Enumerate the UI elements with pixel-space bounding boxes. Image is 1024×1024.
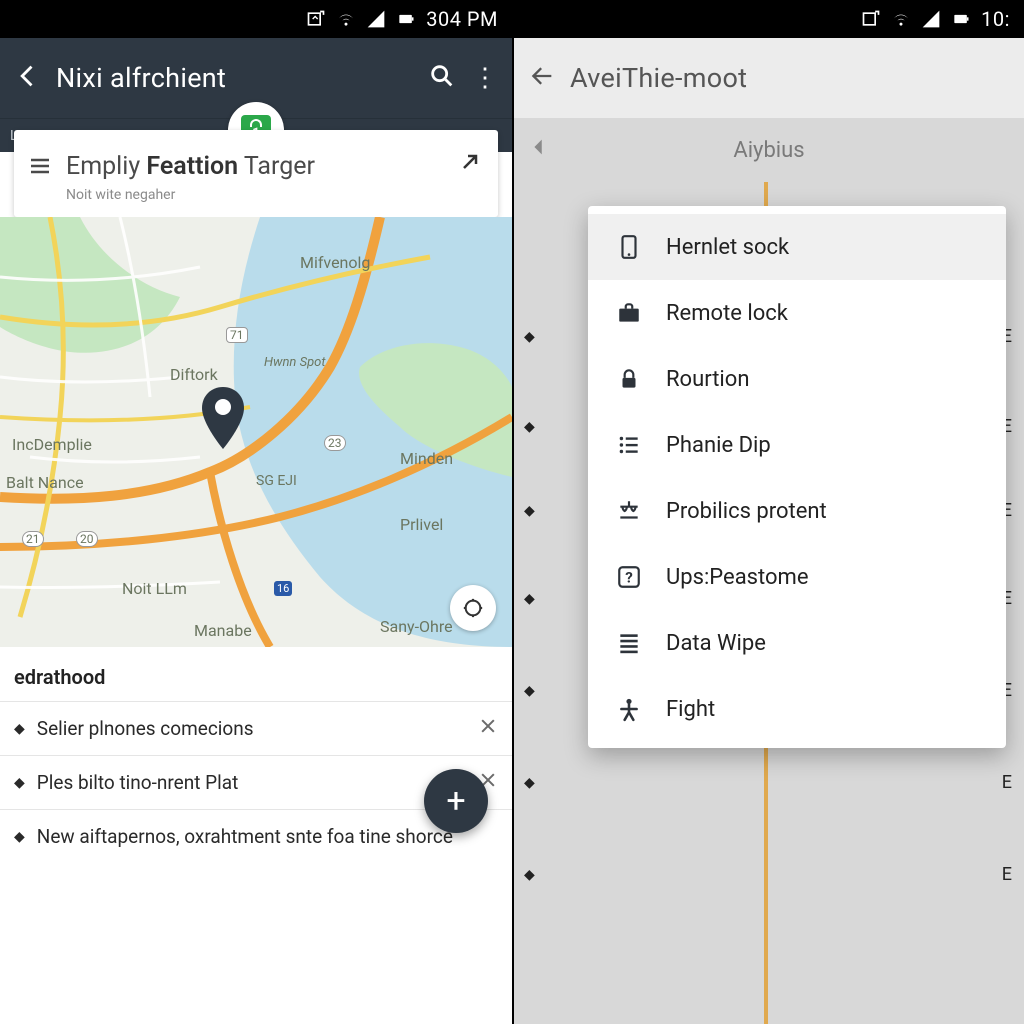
route-shield: 21 <box>22 531 44 547</box>
dismiss-icon[interactable] <box>478 716 498 741</box>
header-card-title: Empliy Feattion Targer <box>66 152 480 181</box>
map-label: Diftork <box>170 365 218 384</box>
menu-item-ups[interactable]: ? Ups:Peastome <box>588 544 1006 610</box>
add-fab[interactable]: + <box>424 769 488 833</box>
right-screen: 10: AveiThie-moot Aiybius ◆E ◆E ◆E ◆E ◆E… <box>512 0 1024 1024</box>
phone-icon <box>614 234 644 260</box>
app-title: AveiThie-moot <box>570 62 1010 94</box>
menu-item-fight[interactable]: Fight <box>588 676 1006 742</box>
balance-icon <box>614 498 644 524</box>
wifi-icon <box>891 9 911 29</box>
plus-icon: + <box>446 781 465 821</box>
menu-item-device-lock[interactable]: Hernlet sock <box>588 214 1006 280</box>
menu-item-phanie-dip[interactable]: Phanie Dip <box>588 412 1006 478</box>
map-label: SG EJI <box>256 473 297 489</box>
bullet-icon: ◆ <box>14 775 25 791</box>
open-external-icon[interactable] <box>458 150 482 178</box>
map-label: Hwnn Spot <box>264 355 325 370</box>
list-icon <box>614 432 644 458</box>
menu-item-remote-lock[interactable]: Remote lock <box>588 280 1006 346</box>
map-label: IncDemplie <box>12 435 92 454</box>
bullet-icon: ◆ <box>14 721 25 737</box>
map-label: Noit LLm <box>122 579 187 598</box>
location-pin-icon[interactable] <box>200 387 246 453</box>
overflow-menu-icon[interactable]: ⋮ <box>470 65 498 91</box>
rows-icon <box>614 630 644 656</box>
bullet-icon: ◆ <box>14 829 25 845</box>
signal-icon <box>921 9 941 29</box>
screenshot-icon <box>306 9 326 29</box>
lock-icon <box>614 366 644 392</box>
list-item[interactable]: ◆ Selier plnones comecions <box>0 701 512 755</box>
sub-header: Aiybius <box>514 118 1024 182</box>
menu-item-data-wipe[interactable]: Data Wipe <box>588 610 1006 676</box>
status-clock: 10: <box>981 7 1010 31</box>
screenshot-icon <box>861 9 881 29</box>
help-icon: ? <box>614 564 644 590</box>
route-shield: 20 <box>76 531 98 547</box>
left-screen: 304 PM Nixi alfrchient ⋮ LNE TIEAT › 1 <box>0 0 512 1024</box>
back-icon[interactable] <box>14 62 42 94</box>
map-view[interactable]: Mifvenolg Diftork Hwnn Spot IncDemplie B… <box>0 217 512 647</box>
menu-item-rourtion[interactable]: Rourtion <box>588 346 1006 412</box>
map-label: Mifvenolg <box>300 253 370 272</box>
status-clock: 304 PM <box>426 7 498 31</box>
person-icon <box>614 696 644 722</box>
status-bar: 304 PM <box>0 0 512 38</box>
chevron-left-icon[interactable] <box>528 136 550 164</box>
status-bar: 10: <box>514 0 1024 38</box>
recenter-button[interactable] <box>450 585 496 631</box>
map-label: Sany-Ohre <box>380 617 453 636</box>
actions-menu: Hernlet sock Remote lock Rourtion Phanie… <box>588 206 1006 748</box>
battery-icon <box>951 9 971 29</box>
recent-list: edrathood ◆ Selier plnones comecions ◆ P… <box>0 647 512 863</box>
header-card-subtitle: Noit wite negaher <box>66 187 480 203</box>
signal-icon <box>366 9 386 29</box>
svg-text:?: ? <box>625 568 633 586</box>
map-label: Minden <box>400 449 453 468</box>
app-title: Nixi alfrchient <box>56 62 414 94</box>
back-icon[interactable] <box>528 62 556 94</box>
wifi-icon <box>336 9 356 29</box>
menu-item-probilics[interactable]: Probilics protent <box>588 478 1006 544</box>
menu-icon[interactable] <box>28 154 52 182</box>
battery-icon <box>396 9 416 29</box>
search-icon[interactable] <box>428 62 456 94</box>
recent-list-title: edrathood <box>0 659 512 701</box>
route-shield: 71 <box>226 327 248 343</box>
route-shield: 23 <box>324 435 346 451</box>
route-shield: 16 <box>274 581 292 596</box>
location-header-card[interactable]: Empliy Feattion Targer Noit wite negaher <box>14 130 498 217</box>
map-label: Balt Nance <box>6 473 84 492</box>
app-bar: AveiThie-moot <box>514 38 1024 118</box>
map-label: Manabe <box>194 621 252 640</box>
map-label: Prlivel <box>400 515 443 534</box>
briefcase-icon <box>614 300 644 326</box>
sub-header-title: Aiybius <box>733 138 804 163</box>
